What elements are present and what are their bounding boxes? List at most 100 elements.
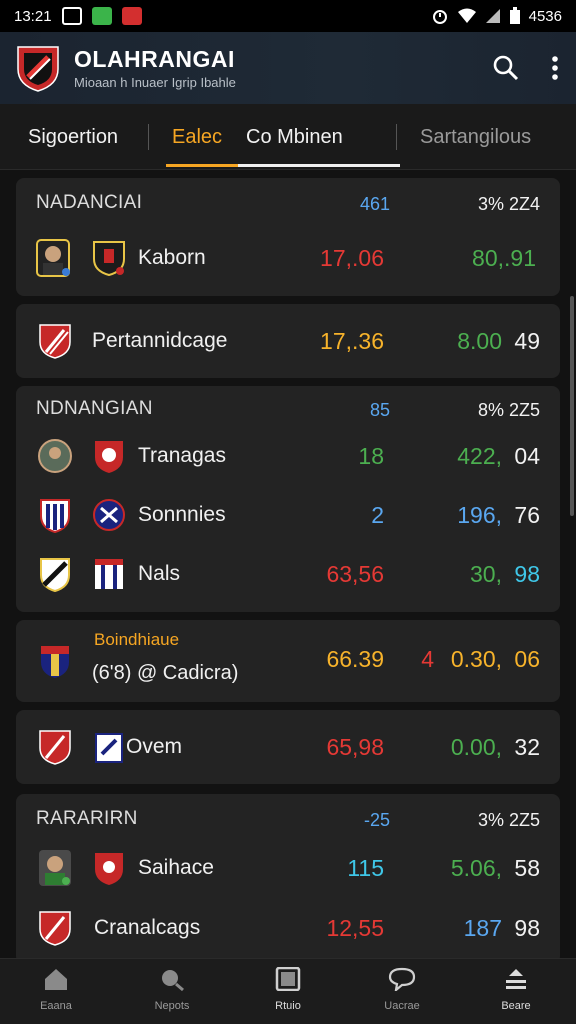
section-card: NDNANGIAN 85 8% 2Z5 Tranagas 18 422, 04 … — [16, 386, 560, 612]
nav-label: Eaana — [40, 1000, 72, 1012]
team-crest-icon — [93, 241, 125, 277]
search-icon[interactable] — [492, 54, 520, 82]
battery-icon — [509, 7, 520, 24]
match-row[interactable]: Ovem 65,98 0.00, 32 — [16, 725, 560, 769]
tab-indicator — [238, 164, 400, 167]
section-title: Boindhiaue — [94, 630, 180, 649]
match-subtitle: (6'8) @ Cadicra) — [92, 662, 239, 684]
team-name: Pertannidcage — [92, 329, 228, 352]
score-value: 12,55 — [326, 914, 384, 941]
section-card[interactable]: Boindhiaue (6'8) @ Cadicra) 66.39 4 0.30… — [16, 620, 560, 702]
odds-decimal: 32 — [514, 733, 540, 760]
chat-bubble-icon — [388, 967, 416, 993]
square-icon — [275, 966, 301, 992]
scrollbar[interactable] — [570, 296, 574, 516]
odds-decimal: 76 — [514, 501, 540, 528]
team-name: Cranalcags — [94, 916, 201, 939]
score-value: 17,.06 — [320, 244, 384, 271]
odds-decimal: 06 — [514, 646, 540, 672]
odds-decimal: 04 — [514, 442, 540, 469]
nav-label: Nepots — [154, 1000, 190, 1012]
team-crest-icon — [95, 733, 123, 763]
section-col-a: -25 — [363, 810, 390, 830]
team-crest-icon — [39, 730, 71, 765]
score-value: 18 — [358, 442, 384, 469]
active-tab-indicator — [166, 164, 238, 167]
bottom-nav: Eaana Nepots Rtuio Uacrae Beare — [0, 958, 576, 1024]
odds-value: 0.00, — [450, 733, 502, 760]
team-name: Kaborn — [138, 246, 206, 269]
tab-ealec[interactable]: Ealec — [172, 104, 222, 170]
team-crest-icon — [95, 441, 123, 473]
tab-sigoertion[interactable]: Sigoertion — [28, 104, 118, 170]
odds-decimal: 98 — [514, 560, 540, 587]
section-col-b: 3% — [477, 810, 504, 830]
odds-decimal: 58 — [514, 854, 540, 881]
nav-item-beare[interactable]: Beare — [476, 967, 556, 1012]
odds-value: 422, — [457, 442, 502, 469]
odds-value: 196, — [457, 501, 502, 528]
nav-label: Uacrae — [384, 1000, 420, 1012]
app-notification-icon — [91, 7, 112, 25]
match-row[interactable]: Cranalcags 12,55 187 98 — [16, 906, 560, 950]
player-avatar — [38, 439, 72, 473]
nav-item-uacrae[interactable]: Uacrae — [362, 967, 442, 1012]
match-row[interactable]: Pertannidcage 17,.36 8.00 49 — [16, 319, 560, 363]
player-avatar — [39, 850, 71, 886]
team-name: Saihace — [138, 856, 214, 879]
section-title: NDNANGIAN — [36, 398, 153, 419]
wifi-icon — [457, 8, 476, 23]
download-tray-icon — [506, 969, 526, 989]
more-vert-icon[interactable] — [550, 54, 560, 82]
section-title: NADANCIAI — [36, 192, 143, 213]
change-marker: 4 — [421, 646, 434, 672]
team-name: Sonnnies — [138, 503, 226, 526]
score-value: 63,56 — [326, 560, 384, 587]
match-row[interactable]: Sonnnies 2 196, 76 — [16, 493, 560, 537]
nav-item-reports[interactable]: Nepots — [132, 967, 212, 1012]
match-list[interactable]: NADANCIAI 461 3% 2Z4 Kaborn 17,.06 80,.9… — [0, 170, 576, 964]
section-col-c: 2Z5 — [508, 810, 540, 830]
tab-co-mbinen[interactable]: Co Mbinen — [246, 104, 343, 170]
section-title: RARARIRN — [36, 808, 138, 829]
player-avatar — [36, 239, 70, 277]
status-bar: 13:21 4536 — [0, 0, 576, 32]
odds-value: 30, — [470, 560, 502, 587]
club-crest-logo[interactable] — [16, 43, 60, 93]
section-col-a: 461 — [359, 194, 390, 214]
team-crest-icon — [93, 499, 125, 531]
team-name: Ovem — [126, 735, 183, 758]
team-crest-icon — [40, 558, 70, 593]
match-row[interactable]: Tranagas 18 422, 04 — [16, 434, 560, 478]
nav-label: Beare — [501, 1000, 531, 1012]
section-card: RARARIRN -25 3% 2Z5 Saihace 115 5.06, 58… — [16, 794, 560, 964]
nav-item-rtuio[interactable]: Rtuio — [248, 966, 328, 1012]
section-col-a: 85 — [369, 400, 390, 420]
tab-sartangilous[interactable]: Sartangilous — [420, 104, 531, 170]
match-row[interactable]: Saihace 115 5.06, 58 — [16, 846, 560, 890]
odds-decimal: 98 — [514, 914, 540, 941]
app-header: OLAHRANGAI Mioaan h Inuaer Igrip Ibahle — [0, 32, 576, 104]
match-row[interactable]: Kaborn 17,.06 80,.91 — [16, 236, 560, 280]
odds-value: 8.00 — [457, 327, 502, 354]
odds-value: 0.30, — [450, 646, 502, 672]
match-row[interactable]: Nals 63,56 30, 98 — [16, 552, 560, 596]
game-notification-icon — [121, 7, 142, 25]
section-col-b: 3% — [477, 194, 504, 214]
odds-value: 80,.91 — [472, 244, 536, 271]
tab-divider — [396, 124, 397, 150]
section-card: NADANCIAI 461 3% 2Z4 Kaborn 17,.06 80,.9… — [16, 178, 560, 296]
section-card[interactable]: Ovem 65,98 0.00, 32 — [16, 710, 560, 784]
odds-value: 187 — [463, 914, 502, 941]
score-value: 17,.36 — [320, 327, 384, 354]
score-value: 66.39 — [326, 646, 384, 672]
app-subtitle: Mioaan h Inuaer Igrip Ibahle — [74, 75, 236, 90]
app-title: OLAHRANGAI — [74, 46, 235, 72]
section-card[interactable]: Pertannidcage 17,.36 8.00 49 — [16, 304, 560, 378]
nav-item-home[interactable]: Eaana — [16, 967, 96, 1012]
home-icon — [45, 969, 67, 990]
battery-level: 4536 — [528, 7, 562, 25]
team-crest-icon — [39, 324, 71, 359]
tab-bar: Sigoertion Ealec Co Mbinen Sartangilous — [0, 104, 576, 170]
score-value: 2 — [371, 501, 384, 528]
